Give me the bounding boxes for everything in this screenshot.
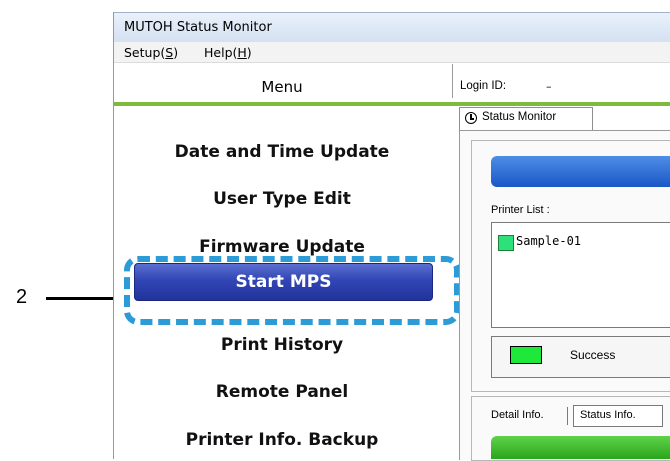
header-separator <box>452 64 453 98</box>
menu-header-label: Menu <box>261 78 303 96</box>
tab-status-monitor-label: Status Monitor <box>482 111 557 123</box>
menu-item-user-type-edit[interactable]: User Type Edit <box>113 189 451 209</box>
printer-header-bar <box>491 156 670 187</box>
tab-status-info[interactable]: Status Info. <box>573 405 663 427</box>
callout-highlight-frame <box>124 256 460 325</box>
detail-header-bar <box>491 436 670 459</box>
menu-item-firmware-update[interactable]: Firmware Update <box>113 237 451 257</box>
menu-header: Menu <box>113 52 451 105</box>
printer-list: Sample-01 <box>491 222 670 328</box>
status-display: Success <box>491 336 670 378</box>
printer-status-icon <box>498 235 514 251</box>
menu-item-printer-info-backup[interactable]: Printer Info. Backup <box>113 430 451 450</box>
menu-item-print-history[interactable]: Print History <box>113 335 451 355</box>
menu-panel: Menu Date and Time Update User Type Edit… <box>113 0 460 459</box>
callout-number: 2 <box>16 286 28 308</box>
callout-line <box>46 297 118 300</box>
menu-item-remote-panel[interactable]: Remote Panel <box>113 382 451 402</box>
tab-status-monitor[interactable]: Status Monitor <box>459 107 593 130</box>
clock-icon <box>465 112 477 124</box>
menu-item-date-time-update[interactable]: Date and Time Update <box>113 142 451 162</box>
tab-divider <box>567 407 568 425</box>
status-text: Success <box>570 348 616 362</box>
header-divider <box>113 102 670 106</box>
printer-name: Sample-01 <box>516 234 582 248</box>
printer-list-label: Printer List : <box>491 204 550 216</box>
success-indicator <box>510 346 542 364</box>
tab-detail-info[interactable]: Detail Info. <box>491 405 544 427</box>
login-id-label: Login ID: <box>460 80 507 92</box>
login-id-value: – <box>546 80 552 93</box>
